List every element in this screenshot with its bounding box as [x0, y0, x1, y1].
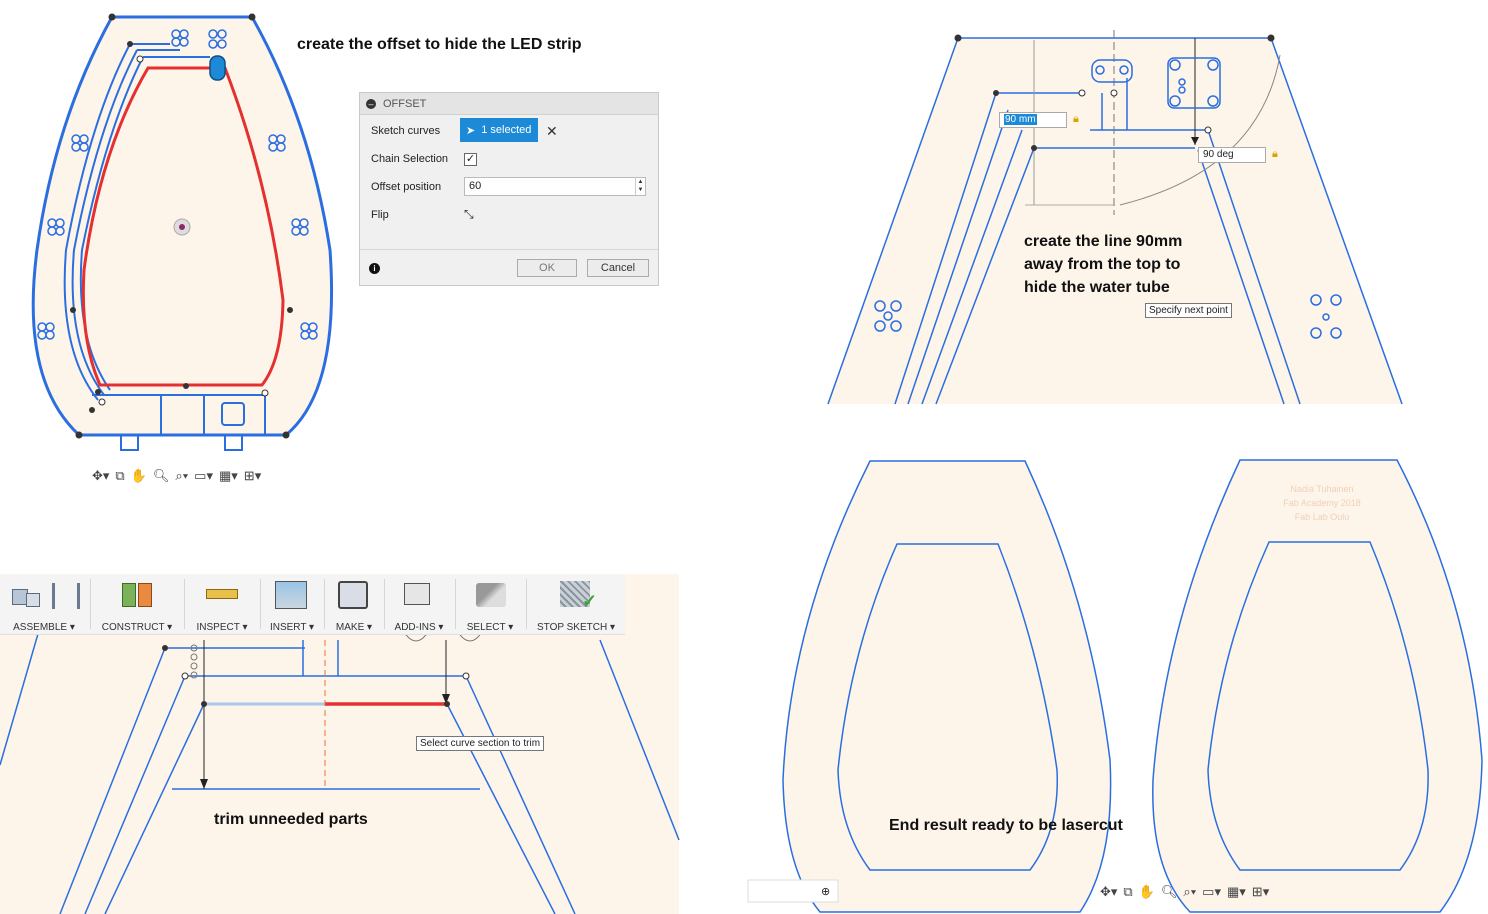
engraving-text: Nadia Tuhainen Fab Academy 2018 Fab Lab Ou… [1283, 484, 1361, 522]
look-at-icon[interactable]: ⧉ [1123, 884, 1132, 900]
display-settings-icon[interactable]: ▭▾ [1202, 884, 1221, 900]
viewports-icon[interactable]: ⊞▾ [1252, 884, 1269, 900]
zoom-icon[interactable]: 🔍︎ [1161, 884, 1178, 900]
grid-icon[interactable]: ▦▾ [1227, 884, 1246, 900]
result-canvas[interactable] [0, 0, 1488, 914]
fit-icon[interactable]: ⌕▾ [1183, 884, 1196, 900]
caption-result: End result ready to be lasercut [889, 817, 1123, 834]
orbit-icon[interactable]: ✥▾ [1100, 884, 1117, 900]
add-button[interactable]: ⊕ [821, 885, 830, 898]
navigation-bar-2: ✥▾ ⧉ ✋ 🔍︎ ⌕▾ ▭▾ ▦▾ ⊞▾ [1100, 884, 1269, 900]
pan-icon[interactable]: ✋ [1139, 884, 1155, 900]
